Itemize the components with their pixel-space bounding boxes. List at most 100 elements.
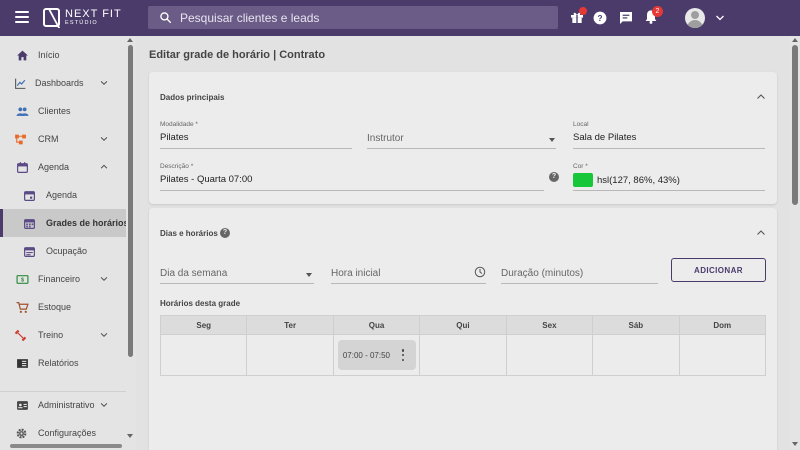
sidebar-item-financeiro[interactable]: $ Financeiro	[0, 265, 126, 293]
day-cell: 07:00 - 07:50	[334, 335, 421, 375]
search-input[interactable]	[180, 10, 540, 25]
help-icon[interactable]: ?	[549, 172, 559, 182]
time-slot-label: 07:00 - 07:50	[342, 350, 390, 360]
logo-mark	[43, 8, 60, 27]
gear-icon	[16, 428, 27, 438]
local-field[interactable]: Local Sala de Pilates	[573, 121, 765, 149]
field-label: Cor *	[573, 163, 588, 170]
sidebar-item-label: Financeiro	[38, 274, 81, 284]
sidebar-item-treino[interactable]: Treino	[0, 321, 126, 349]
brand-name: NEXT FIT	[65, 7, 122, 20]
dia-semana-select[interactable]: Dia da semana	[160, 263, 314, 284]
sidebar-item-label: Grades de horários	[46, 218, 129, 228]
chevron-up-icon[interactable]	[755, 227, 767, 239]
hora-inicial-field[interactable]: Hora inicial	[331, 263, 486, 284]
sidebar-item-label: Início	[38, 50, 60, 60]
chevron-down-icon[interactable]	[714, 12, 726, 24]
sidebar-scroll-thumb[interactable]	[128, 45, 133, 357]
duracao-field[interactable]: Duração (minutos)	[501, 263, 658, 284]
sidebar-item-agenda[interactable]: Agenda	[0, 153, 126, 181]
report-icon	[17, 358, 28, 368]
sidebar-item-inicio[interactable]: Início	[0, 41, 126, 69]
home-icon	[17, 50, 28, 60]
day-cell	[161, 335, 248, 375]
sidebar-item-label: Estoque	[38, 302, 72, 312]
more-vert-icon[interactable]	[401, 349, 405, 361]
people-icon	[16, 106, 29, 116]
sidebar-item-label: CRM	[38, 134, 59, 144]
chevron-up-icon[interactable]	[755, 91, 767, 103]
field-label: Local	[573, 121, 589, 128]
cor-field[interactable]: Cor * hsl(127, 86%, 43%)	[573, 163, 765, 191]
notifications-badge: 2	[652, 6, 663, 17]
svg-text:$: $	[21, 277, 24, 283]
color-swatch[interactable]	[573, 173, 593, 187]
brand-logo[interactable]: NEXT FIT ESTÚDIO	[43, 8, 122, 27]
day-cell	[593, 335, 680, 375]
scroll-down-arrow[interactable]	[127, 434, 133, 438]
sidebar-item-agenda-sub[interactable]: Agenda	[0, 181, 126, 209]
day-header: Dom	[713, 321, 732, 330]
day-header: Ter	[247, 316, 334, 334]
sidebar-item-administrativo[interactable]: Administrativo	[0, 391, 126, 419]
sidebar-item-label: Ocupação	[46, 246, 88, 256]
calendar-grid-icon	[24, 218, 35, 229]
sidebar-item-configuracoes[interactable]: Configurações	[0, 419, 126, 447]
sidebar-item-label: Agenda	[38, 162, 70, 172]
main-scroll-thumb[interactable]	[792, 45, 798, 205]
caret-down-icon	[306, 273, 312, 277]
page-title: Editar grade de horário | Contrato	[149, 49, 326, 61]
scroll-down-arrow[interactable]	[792, 442, 798, 446]
sidebar-item-relatorios[interactable]: Relatórios	[0, 349, 126, 377]
main-data-card: Dados principais Modalidade * Pilates In…	[149, 72, 777, 204]
day-header: Qua	[334, 316, 421, 334]
sidebar-hscroll-thumb[interactable]	[10, 444, 122, 448]
schedule-row: 07:00 - 07:50	[160, 335, 766, 376]
sidebar-item-ocupacao[interactable]: Ocupação	[0, 237, 126, 265]
menu-icon[interactable]	[15, 11, 29, 23]
days-times-card: Dias e horários ? Dia da semana Hora ini…	[149, 208, 777, 450]
field-value: Pilates - Quarta 07:00	[160, 174, 253, 185]
day-cell	[420, 335, 507, 375]
day-header: Sex	[507, 316, 594, 334]
descricao-field[interactable]: Descrição * Pilates - Quarta 07:00	[160, 163, 544, 191]
calendar-list-icon	[24, 246, 35, 257]
sidebar-item-label: Dashboards	[35, 78, 84, 88]
modalidade-field[interactable]: Modalidade * Pilates	[160, 121, 352, 149]
day-cell	[507, 335, 594, 375]
id-card-icon	[17, 400, 28, 410]
add-button[interactable]: ADICIONAR	[671, 258, 766, 282]
scroll-up-arrow[interactable]	[127, 38, 133, 42]
instrutor-select[interactable]: Instrutor	[367, 121, 556, 149]
scroll-up-arrow[interactable]	[792, 38, 798, 42]
chat-icon[interactable]	[618, 10, 634, 26]
clock-icon[interactable]	[474, 266, 486, 278]
schedule-header: Seg Ter Qua Qui Sex Sáb Dom	[160, 315, 766, 335]
sidebar-item-label: Clientes	[38, 106, 71, 116]
money-icon: $	[16, 274, 29, 284]
calendar-event-icon	[24, 190, 35, 201]
gift-badge	[579, 7, 587, 15]
field-placeholder: Dia da semana	[160, 268, 228, 279]
caret-down-icon	[549, 138, 555, 142]
avatar[interactable]	[685, 8, 705, 28]
schedule-grid: Seg Ter Qua Qui Sex Sáb Dom 07:00 - 07:5…	[160, 315, 766, 376]
day-cell	[247, 335, 334, 375]
field-value: Pilates	[160, 132, 189, 143]
sidebar-item-estoque[interactable]: Estoque	[0, 293, 126, 321]
chart-line-icon	[15, 78, 26, 89]
field-placeholder: Instrutor	[367, 133, 404, 144]
help-icon[interactable]: ?	[220, 228, 230, 238]
field-placeholder: Hora inicial	[331, 268, 381, 279]
day-header: Seg	[161, 316, 248, 334]
sidebar-item-dashboards[interactable]: Dashboards	[0, 69, 126, 97]
day-header: Sáb	[593, 316, 680, 334]
sidebar-item-grades-de-horarios[interactable]: Grades de horários	[0, 209, 129, 237]
sidebar-item-label: Configurações	[38, 428, 97, 438]
sidebar-item-clientes[interactable]: Clientes	[0, 97, 126, 125]
sidebar-item-crm[interactable]: CRM	[0, 125, 126, 153]
help-icon[interactable]: ?	[593, 11, 607, 25]
time-slot-chip[interactable]: 07:00 - 07:50	[337, 340, 416, 370]
sidebar-item-label: Administrativo	[38, 400, 95, 410]
field-label: Descrição *	[160, 163, 194, 170]
